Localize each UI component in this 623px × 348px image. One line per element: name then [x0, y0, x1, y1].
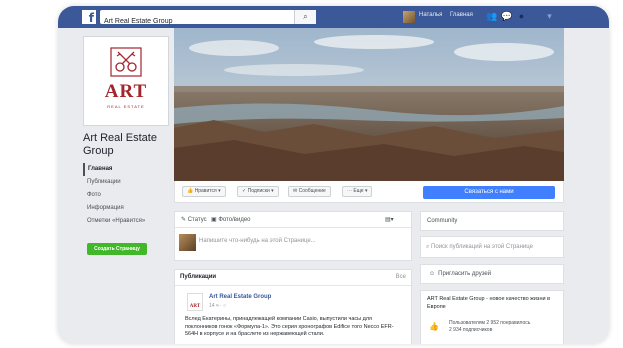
- messages-icon[interactable]: 💬: [501, 11, 512, 22]
- invite-friends-label: Пригласить друзей: [438, 271, 492, 277]
- community-card: Community: [420, 211, 564, 231]
- composer-tabs: ✎ Статус ▣ Фото/видео ▤▾: [175, 212, 411, 228]
- search-box[interactable]: ⌕: [100, 10, 316, 29]
- invite-friends-link[interactable]: ☺ Пригласить друзей: [429, 271, 491, 277]
- tab-status[interactable]: ✎ Статус: [181, 216, 207, 223]
- profile-picture[interactable]: ART REAL ESTATE: [83, 36, 169, 126]
- post-timestamp[interactable]: 14 ч · ○: [209, 303, 226, 309]
- user-avatar[interactable]: [403, 11, 415, 23]
- invite-friends-icon: ☺: [429, 271, 436, 277]
- nav-item-about[interactable]: Информация: [83, 202, 169, 215]
- nav-item-likes[interactable]: Отметки «Нравится»: [83, 215, 169, 228]
- post-author-link[interactable]: Art Real Estate Group: [209, 294, 271, 300]
- tab-photo-video[interactable]: ▣ Фото/видео: [211, 216, 251, 223]
- page-action-bar: 👍 Нравится ▾ ✓ Подписки ▾ ✉ Сообщение ⋯ …: [174, 181, 564, 203]
- post-composer: ✎ Статус ▣ Фото/видео ▤▾ Напишите что-ни…: [174, 211, 412, 261]
- globe-icon[interactable]: ●: [516, 11, 527, 22]
- page-about-text: ART Real Estate Group - новое качество ж…: [427, 296, 551, 310]
- search-icon: ⌕: [426, 244, 430, 250]
- likes-count[interactable]: Пользователям 2 952 понравилось: [449, 320, 559, 327]
- composer-options-icon[interactable]: ▤▾: [385, 216, 394, 223]
- follow-label: Подписки: [247, 188, 270, 194]
- search-input[interactable]: [100, 14, 290, 29]
- user-name-link[interactable]: Наталья: [419, 12, 442, 18]
- help-icon[interactable]: ▾: [544, 11, 555, 22]
- follow-button[interactable]: ✓ Подписки ▾: [237, 186, 279, 197]
- page-search-card[interactable]: ⌕ Поиск публикаций на этой Странице: [420, 236, 564, 258]
- more-label: Еще: [353, 188, 364, 194]
- message-button[interactable]: ✉ Сообщение: [288, 186, 331, 197]
- page-search-placeholder: Поиск публикаций на этой Странице: [431, 244, 533, 250]
- cover-photo-image: [174, 28, 564, 181]
- create-page-button[interactable]: Создать Страницу: [87, 243, 147, 255]
- facebook-logo[interactable]: f: [82, 10, 96, 25]
- message-label: Сообщение: [298, 188, 326, 194]
- like-button[interactable]: 👍 Нравится ▾: [182, 186, 226, 197]
- like-label: Нравится: [194, 188, 217, 194]
- nav-item-posts[interactable]: Публикации: [83, 176, 169, 189]
- community-title: Community: [427, 218, 458, 224]
- post-time-text: 14 ч ·: [209, 303, 223, 309]
- nav-item-home[interactable]: Главная: [83, 163, 169, 176]
- browser-screen: f ⌕ Наталья Главная 👥 💬 ● ▾: [58, 6, 609, 344]
- publications-title: Публикации: [180, 274, 217, 280]
- globe-icon: ○: [223, 303, 227, 309]
- home-link[interactable]: Главная: [450, 12, 473, 18]
- publications-section: Публикации Все ART Art Real Estate Group…: [174, 269, 412, 344]
- page-title[interactable]: Art Real Estate Group: [83, 132, 175, 158]
- tab-status-label: Статус: [187, 217, 207, 223]
- more-button[interactable]: ⋯ Еще ▾: [342, 186, 373, 197]
- keys-logo-icon: [110, 47, 142, 77]
- post-author-avatar[interactable]: ART: [187, 293, 203, 311]
- composer-input[interactable]: Напишите что-нибудь на этой Странице...: [199, 238, 316, 244]
- page-navigation: Главная Публикации Фото Информация Отмет…: [83, 163, 169, 228]
- see-all-link[interactable]: Все: [396, 274, 406, 280]
- tab-photo-label: Фото/видео: [218, 217, 251, 223]
- composer-avatar: [179, 234, 196, 251]
- photo-icon: ▣: [211, 217, 217, 223]
- top-navigation-bar: f ⌕ Наталья Главная 👥 💬 ● ▾: [58, 6, 609, 29]
- invite-friends-card[interactable]: ☺ Пригласить друзей: [420, 264, 564, 284]
- friend-requests-icon[interactable]: 👥: [486, 11, 497, 22]
- search-icon[interactable]: ⌕: [294, 10, 316, 24]
- thumbs-up-icon: 👍: [429, 322, 439, 331]
- pencil-icon: ✎: [181, 217, 187, 223]
- photo-frame: f ⌕ Наталья Главная 👥 💬 ● ▾: [0, 0, 623, 348]
- brand-wordmark: ART: [104, 81, 148, 102]
- cover-photo[interactable]: [174, 28, 564, 181]
- page-search-input[interactable]: ⌕ Поиск публикаций на этой Странице: [426, 244, 533, 251]
- publications-header: Публикации Все: [175, 270, 411, 286]
- post-text: Вслед Екатерины, принадлежащей компании …: [185, 316, 394, 337]
- followers-count[interactable]: 2 934 подписчиков: [449, 327, 559, 334]
- nav-item-photos[interactable]: Фото: [83, 189, 169, 202]
- page-info-card: ART Real Estate Group - новое качество ж…: [420, 290, 564, 344]
- contact-us-button[interactable]: Связаться с нами: [423, 186, 555, 199]
- brand-subtitle: REAL ESTATE: [107, 104, 145, 109]
